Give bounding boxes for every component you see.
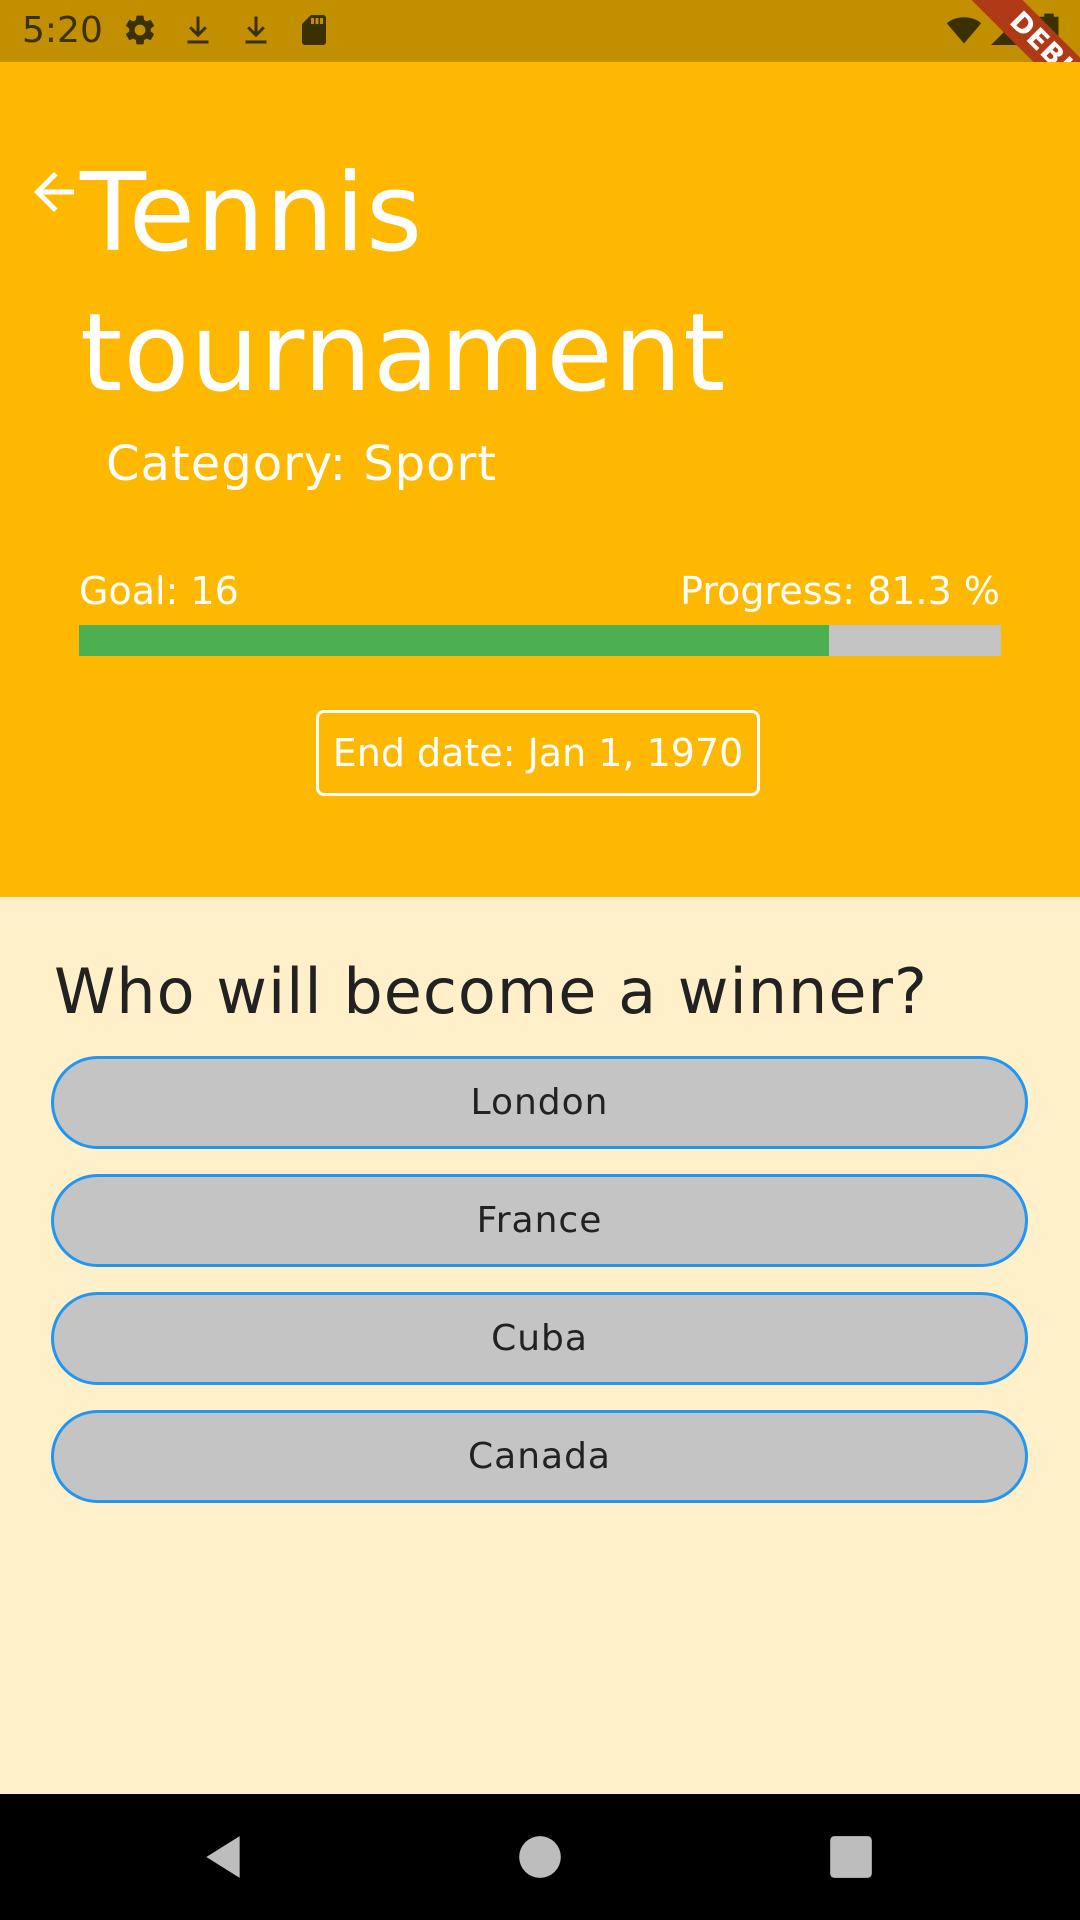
status-time: 5:20 bbox=[22, 10, 103, 51]
download-icon bbox=[238, 12, 274, 48]
download-icon bbox=[180, 12, 216, 48]
nav-home-button[interactable] bbox=[515, 1832, 565, 1886]
goal-label: Goal: 16 bbox=[79, 569, 239, 613]
answer-button[interactable]: Canada bbox=[51, 1410, 1028, 1503]
nav-back-button[interactable] bbox=[198, 1832, 248, 1886]
gear-icon bbox=[122, 12, 158, 48]
progress-bar bbox=[79, 625, 1001, 656]
category-label: Category: Sport bbox=[106, 436, 498, 492]
question-text: Who will become a winner? bbox=[54, 955, 928, 1028]
status-bar: 5:20 bbox=[0, 0, 1080, 62]
end-date-button[interactable]: End date: Jan 1, 1970 bbox=[316, 710, 760, 796]
answer-button[interactable]: France bbox=[51, 1174, 1028, 1267]
back-triangle-icon bbox=[198, 1836, 248, 1886]
nav-recents-button[interactable] bbox=[826, 1832, 876, 1886]
home-circle-icon bbox=[515, 1836, 565, 1886]
battery-icon bbox=[1036, 12, 1062, 50]
progress-bar-fill bbox=[79, 625, 829, 656]
recents-square-icon bbox=[826, 1836, 876, 1886]
signal-icon bbox=[988, 12, 1024, 48]
progress-label: Progress: 81.3 % bbox=[680, 569, 1000, 613]
system-nav-bar bbox=[0, 1794, 1080, 1920]
wifi-icon bbox=[944, 12, 984, 48]
page-title: Tennis tournament bbox=[80, 151, 727, 416]
answer-button[interactable]: Cuba bbox=[51, 1292, 1028, 1385]
arrow-left-icon bbox=[24, 172, 84, 226]
answer-list: London France Cuba Canada bbox=[51, 1056, 1028, 1528]
answer-button[interactable]: London bbox=[51, 1056, 1028, 1149]
back-button[interactable] bbox=[24, 162, 84, 222]
goal-header: Tennis tournament Category: Sport Goal: … bbox=[0, 62, 1080, 897]
sd-card-icon bbox=[296, 12, 332, 48]
